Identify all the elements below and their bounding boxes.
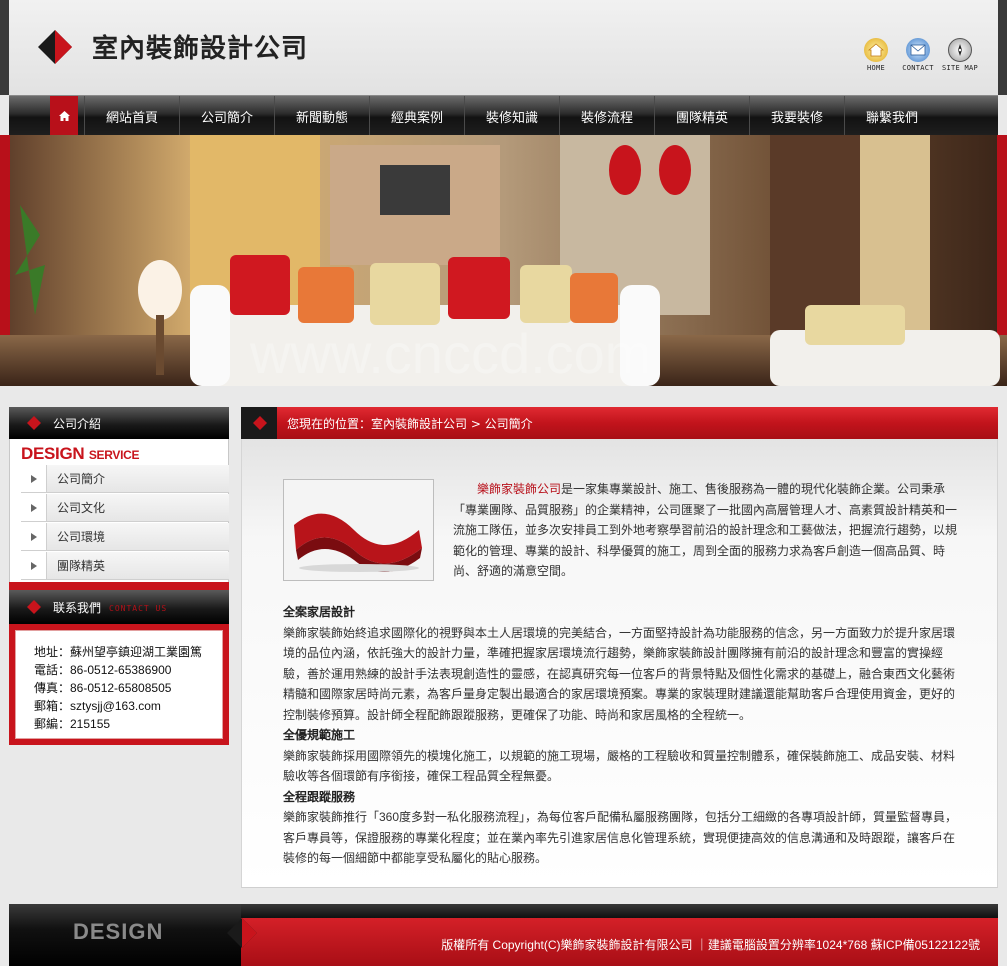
sitemap-link[interactable]: SITE MAP xyxy=(937,38,983,72)
footer-diamond-icon xyxy=(227,918,257,948)
contact-fax: 傳真：86-0512-65808505 xyxy=(34,681,172,695)
play-arrow-icon xyxy=(21,523,47,550)
contact-link[interactable]: CONTACT xyxy=(895,38,941,72)
nav-item-knowledge[interactable]: 裝修知識 xyxy=(464,96,559,136)
section-diamond-icon xyxy=(27,416,41,430)
play-arrow-icon xyxy=(21,552,47,579)
nav-item-cases[interactable]: 經典案例 xyxy=(369,96,464,136)
home-icon xyxy=(864,38,888,62)
nav-item-news[interactable]: 新聞動態 xyxy=(274,96,369,136)
red-sofa-image xyxy=(283,479,434,581)
hero-banner: www.cnccd.com xyxy=(0,135,1007,386)
breadcrumb[interactable]: 您現在的位置：室內裝飾設計公司 > 公司簡介 xyxy=(287,415,533,432)
brand-name: 樂飾家裝飾公司 xyxy=(477,482,562,496)
sidebar-about-menu: DESIGN SERVICE 公司簡介 公司文化 公司環境 團隊精英 xyxy=(9,439,229,584)
footer-brand-block: DESIGN xyxy=(9,904,241,966)
main-navigation: 網站首頁 公司簡介 新聞動態 經典案例 裝修知識 裝修流程 團隊精英 我要裝修 … xyxy=(9,95,998,136)
play-arrow-icon xyxy=(21,465,47,492)
section-text: 樂飾家裝飾採用國際領先的模塊化施工，以規範的施工現場，嚴格的工程驗收和質量控制體… xyxy=(283,748,956,784)
banner-watermark: www.cnccd.com xyxy=(249,322,651,385)
header-marker xyxy=(241,407,277,439)
living-room-photo: www.cnccd.com xyxy=(0,135,1007,386)
nav-item-home[interactable]: 網站首頁 xyxy=(84,96,179,136)
compass-icon xyxy=(948,38,972,62)
footer-trim xyxy=(241,904,998,918)
home-link[interactable]: HOME xyxy=(853,38,899,72)
sidebar-contact-title: 联系我們 xyxy=(53,601,102,615)
section-title: 全案家居設計 xyxy=(283,605,356,619)
contact-postcode: 郵編：215155 xyxy=(34,717,111,731)
section-title: 全程跟蹤服務 xyxy=(283,789,356,804)
sidebar-contact-header: 联系我們 CONTACT US xyxy=(9,590,229,624)
contact-details: 地址：蘇州望亭鎮迎湖工業園篤 電話：86-0512-65386900 傳真：86… xyxy=(15,630,223,739)
sidebar-about-title: 公司介紹 xyxy=(53,417,102,431)
sidebar-item-team[interactable]: 團隊精英 xyxy=(21,552,229,580)
section-diamond-icon xyxy=(27,600,41,614)
section-text: 樂飾家裝飾始終追求國際化的視野與本土人居環境的完美結合，一方面堅持設計為功能服務… xyxy=(283,625,956,722)
service-sections: 全案家居設計 樂飾家裝飾始終追求國際化的視野與本土人居環境的完美結合，一方面堅持… xyxy=(283,602,958,869)
design-service-label: DESIGN SERVICE xyxy=(21,444,140,463)
nav-item-order[interactable]: 我要裝修 xyxy=(749,96,844,136)
nav-item-team[interactable]: 團隊精英 xyxy=(654,96,749,136)
copyright-text: 版權所有 Copyright(C)樂飾家裝飾設計有限公司 ｜建議電腦設置分辨率1… xyxy=(441,938,980,952)
main-content-body: 樂飾家裝飾公司是一家集專業設計、施工、售後服務為一體的現代化裝飾企業。公司秉承「… xyxy=(241,439,998,888)
sidebar-item-culture[interactable]: 公司文化 xyxy=(21,494,229,522)
nav-home-button[interactable] xyxy=(50,96,78,136)
play-arrow-icon xyxy=(21,494,47,521)
sidebar-contact-box: 地址：蘇州望亭鎮迎湖工業園篤 電話：86-0512-65386900 傳真：86… xyxy=(9,624,229,745)
company-intro: 樂飾家裝飾公司是一家集專業設計、施工、售後服務為一體的現代化裝飾企業。公司秉承「… xyxy=(453,482,958,578)
sidebar-about-header: 公司介紹 xyxy=(9,407,229,439)
home-icon xyxy=(58,111,70,121)
main-content-header: 您現在的位置：室內裝飾設計公司 > 公司簡介 xyxy=(241,407,998,439)
section-title: 全優規範施工 xyxy=(283,728,356,742)
sidebar-item-environment[interactable]: 公司環境 xyxy=(21,523,229,551)
sidebar-divider xyxy=(9,582,229,590)
nav-item-contact[interactable]: 聯繫我們 xyxy=(844,96,939,136)
sidebar-item-profile[interactable]: 公司簡介 xyxy=(21,465,229,493)
logo-diamond-icon xyxy=(38,30,72,64)
contact-phone: 電話：86-0512-65386900 xyxy=(34,663,172,677)
contact-address: 地址：蘇州望亭鎮迎湖工業園篤 xyxy=(34,645,203,659)
sidebar-contact-title-en: CONTACT US xyxy=(109,604,168,613)
section-text: 樂飾家裝飾推行「360度多對一私化服務流程」，為每位客戶配備私屬服務團隊，包括分… xyxy=(283,810,958,865)
footer-design-word: DESIGN xyxy=(73,919,164,944)
nav-item-process[interactable]: 裝修流程 xyxy=(559,96,654,136)
contact-email[interactable]: 郵箱：sztysjj@163.com xyxy=(34,697,222,715)
nav-item-about[interactable]: 公司簡介 xyxy=(179,96,274,136)
site-footer: DESIGN 版權所有 Copyright(C)樂飾家裝飾設計有限公司 ｜建議電… xyxy=(9,904,998,966)
section-diamond-icon xyxy=(253,416,267,430)
mail-icon xyxy=(906,38,930,62)
site-logo-text[interactable]: 室內裝飾設計公司 xyxy=(92,28,308,65)
